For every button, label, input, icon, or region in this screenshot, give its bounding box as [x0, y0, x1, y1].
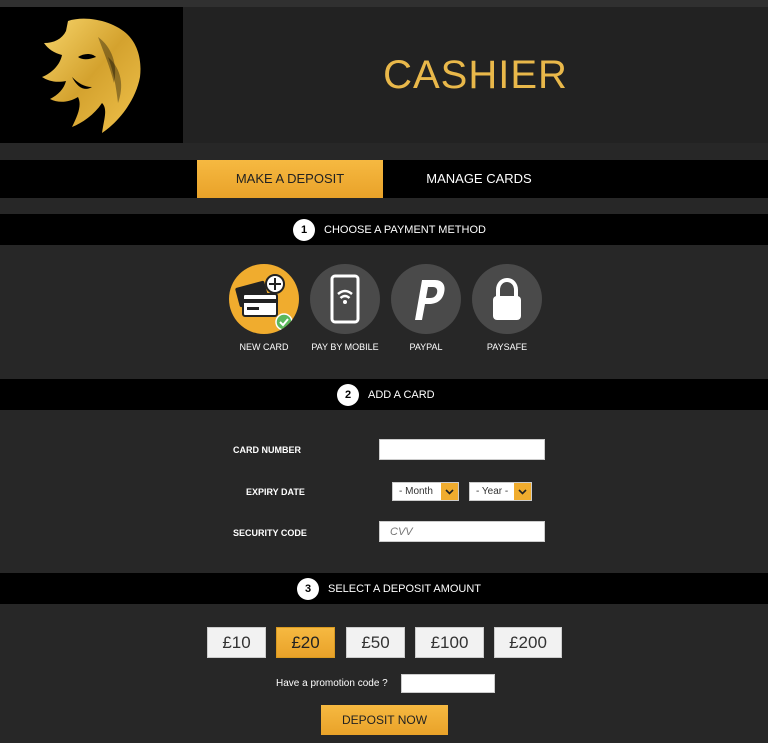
expiry-year-select[interactable]: - Year -: [469, 482, 532, 501]
step-number: 1: [293, 218, 315, 241]
section-label: CHOOSE A PAYMENT METHOD: [324, 223, 486, 236]
amount-button-100[interactable]: £100: [415, 627, 484, 658]
payment-methods: NEW CARD PAY BY MOBILE PAYPAL PAYSAFE: [228, 264, 548, 360]
payment-method-new-card[interactable]: NEW CARD: [228, 264, 300, 352]
amount-button-20[interactable]: £20: [276, 627, 335, 658]
promo-code-label: Have a promotion code ?: [276, 678, 388, 689]
tab-manage-cards[interactable]: MANAGE CARDS: [383, 160, 575, 198]
payment-method-label: PAYSAFE: [486, 342, 528, 352]
expiry-month-value: - Month: [399, 486, 433, 497]
security-code-label: SECURITY CODE: [233, 528, 307, 538]
payment-method-paysafe[interactable]: PAYSAFE: [471, 264, 543, 352]
promo-code-input[interactable]: [401, 674, 495, 693]
section-header-deposit-amount: 3 SELECT A DEPOSIT AMOUNT: [0, 573, 768, 604]
credit-card-add-icon: [229, 264, 299, 334]
top-strip: [0, 0, 768, 7]
payment-method-label: NEW CARD: [239, 342, 289, 352]
chevron-down-icon: [514, 483, 531, 500]
amount-button-10[interactable]: £10: [207, 627, 266, 658]
payment-method-label: PAYPAL: [409, 342, 443, 352]
step-number: 2: [337, 383, 359, 406]
paysafe-lock-icon: [472, 264, 542, 334]
lion-logo-icon: [42, 18, 141, 133]
step-number: 3: [297, 577, 319, 600]
expiry-year-value: - Year -: [476, 486, 509, 497]
amount-button-50[interactable]: £50: [346, 627, 405, 658]
amount-button-200[interactable]: £200: [494, 627, 562, 658]
security-code-input[interactable]: [379, 521, 545, 542]
expiry-month-select[interactable]: - Month: [392, 482, 459, 501]
mobile-phone-icon: [310, 264, 380, 334]
tab-make-deposit[interactable]: MAKE A DEPOSIT: [197, 160, 383, 198]
tab-bar: MAKE A DEPOSIT MANAGE CARDS: [0, 160, 768, 198]
logo: [0, 7, 183, 143]
chevron-down-icon: [441, 483, 458, 500]
card-number-input[interactable]: [379, 439, 545, 460]
expiry-date-label: EXPIRY DATE: [246, 487, 305, 497]
section-label: ADD A CARD: [368, 388, 435, 401]
payment-method-paypal[interactable]: PAYPAL: [390, 264, 462, 352]
page-title: CASHIER: [383, 53, 568, 97]
header: CASHIER: [0, 7, 768, 143]
deposit-now-button[interactable]: DEPOSIT NOW: [321, 705, 448, 735]
card-number-label: CARD NUMBER: [233, 445, 301, 455]
paypal-icon: [391, 264, 461, 334]
payment-method-mobile[interactable]: PAY BY MOBILE: [309, 264, 381, 352]
section-header-payment-method: 1 CHOOSE A PAYMENT METHOD: [0, 214, 768, 245]
section-label: SELECT A DEPOSIT AMOUNT: [328, 582, 482, 595]
payment-method-label: PAY BY MOBILE: [311, 342, 379, 352]
section-header-add-card: 2 ADD A CARD: [0, 379, 768, 410]
